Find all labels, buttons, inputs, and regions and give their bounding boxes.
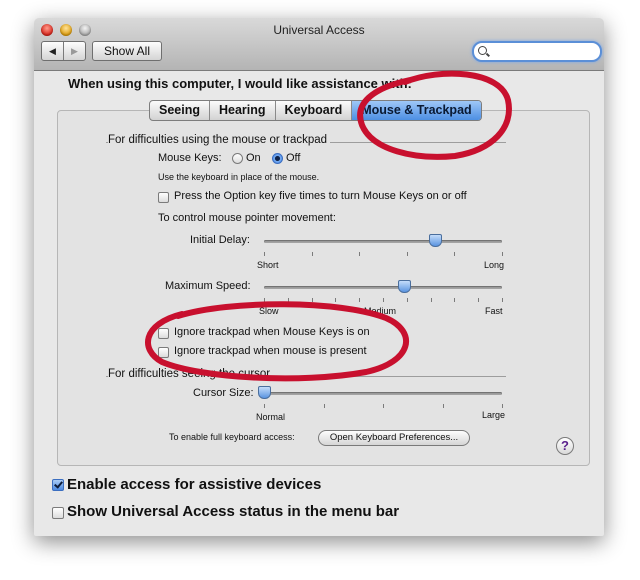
cursor-size-max-label: Large <box>482 410 506 420</box>
initial-delay-min-label: Short <box>257 260 279 270</box>
mouse-keys-on-radio[interactable] <box>232 153 243 164</box>
slider-tick <box>287 298 289 302</box>
maximum-speed-knob[interactable] <box>397 280 411 293</box>
option-key-label: Press the Option key five times to turn … <box>174 190 467 202</box>
search-input[interactable] <box>492 43 592 58</box>
universal-access-window: Universal Access ◀ ▶ Show All When using… <box>34 18 604 536</box>
maximum-speed-mid-label: Medium <box>364 306 397 316</box>
slider-tick <box>502 252 503 256</box>
slider-tick <box>264 404 265 408</box>
slider-tick <box>264 252 265 256</box>
cursor-size-min-label: Normal <box>256 412 286 422</box>
open-keyboard-preferences-button[interactable]: Open Keyboard Preferences... <box>318 430 470 446</box>
slider-tick <box>383 404 384 408</box>
slider-tick <box>454 252 456 256</box>
maximum-speed-track[interactable] <box>264 286 502 289</box>
search-field[interactable] <box>472 41 602 62</box>
initial-delay-knob[interactable] <box>428 234 442 247</box>
slider-tick <box>478 298 480 302</box>
slider-tick <box>359 298 361 302</box>
pointer-control-label: To control mouse pointer movement: <box>158 212 336 224</box>
assistive-devices-checkbox[interactable] <box>52 479 64 491</box>
maximum-speed-max-label: Fast <box>485 306 503 316</box>
tab-seeing[interactable]: Seeing <box>150 101 209 120</box>
slider-tick <box>323 404 325 408</box>
mouse-keys-off-radio[interactable] <box>272 153 283 164</box>
mouse-section-title: For difficulties using the mouse or trac… <box>108 134 331 146</box>
cursor-size-knob[interactable] <box>257 386 271 399</box>
keyboard-access-label: To enable full keyboard access: <box>169 432 295 442</box>
slider-tick <box>311 252 313 256</box>
assistive-devices-label: Enable access for assistive devices <box>67 476 322 493</box>
slider-tick <box>430 298 432 302</box>
slider-tick <box>406 252 408 256</box>
category-tabs: Seeing Hearing Keyboard Mouse & Trackpad <box>149 100 482 121</box>
assistance-heading: When using this computer, I would like a… <box>68 76 412 91</box>
mouse-keys-on-label: On <box>246 152 261 164</box>
initial-delay-label: Initial Delay: <box>190 234 250 246</box>
show-all-button[interactable]: Show All <box>92 41 162 61</box>
option-key-checkbox[interactable] <box>158 192 169 203</box>
back-arrow-icon[interactable]: ◀ <box>42 42 63 60</box>
ignore-trackpad-mouse-present-label: Ignore trackpad when mouse is present <box>174 345 367 357</box>
title-bar: Universal Access ◀ ▶ Show All <box>34 18 604 71</box>
cursor-size-label: Cursor Size: <box>193 387 254 399</box>
maximum-speed-label: Maximum Speed: <box>165 280 251 292</box>
forward-arrow-icon[interactable]: ▶ <box>63 42 85 60</box>
tab-mouse-trackpad[interactable]: Mouse & Trackpad <box>351 101 481 120</box>
mouse-keys-off-label: Off <box>286 152 301 164</box>
search-icon <box>478 46 487 55</box>
ignore-trackpad-mouse-keys-checkbox[interactable] <box>158 328 169 339</box>
slider-tick <box>264 298 265 302</box>
slider-tick <box>502 404 503 408</box>
help-icon[interactable]: ? <box>556 437 574 455</box>
cursor-size-track[interactable] <box>264 392 502 395</box>
initial-delay-track[interactable] <box>264 240 502 243</box>
slider-tick <box>454 298 456 302</box>
back-forward-control: ◀ ▶ <box>41 41 86 61</box>
slider-tick <box>502 298 503 302</box>
slider-tick <box>311 298 313 302</box>
cursor-section-title: For difficulties seeing the cursor <box>108 368 274 380</box>
window-title: Universal Access <box>273 23 365 37</box>
mouse-keys-hint: Use the keyboard in place of the mouse. <box>158 172 320 182</box>
ignore-trackpad-mouse-keys-label: Ignore trackpad when Mouse Keys is on <box>174 326 370 338</box>
initial-delay-max-label: Long <box>484 260 505 270</box>
slider-tick <box>383 298 384 302</box>
slider-tick <box>442 404 444 408</box>
status-menu-checkbox[interactable] <box>52 507 64 519</box>
status-menu-label: Show Universal Access status in the menu… <box>67 503 400 520</box>
mouse-keys-label: Mouse Keys: <box>158 152 222 164</box>
slider-tick <box>359 252 361 256</box>
ignore-trackpad-mouse-present-checkbox[interactable] <box>158 347 169 358</box>
slider-tick <box>406 298 408 302</box>
slider-tick <box>335 298 337 302</box>
tab-hearing[interactable]: Hearing <box>209 101 275 120</box>
tab-keyboard[interactable]: Keyboard <box>274 101 352 120</box>
maximum-speed-min-label: Slow <box>259 306 279 316</box>
